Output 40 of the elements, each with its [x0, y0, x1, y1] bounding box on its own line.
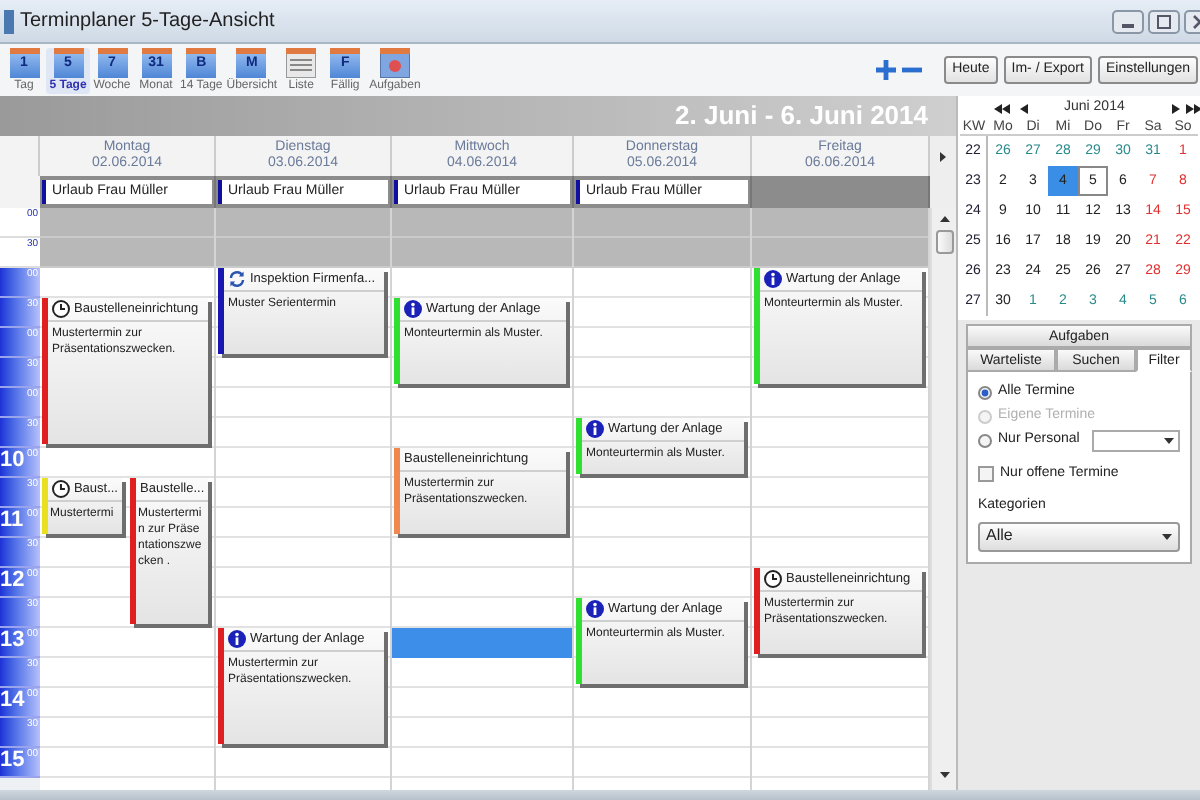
- radio-button[interactable]: [978, 385, 992, 399]
- hour-label: 15: [0, 748, 25, 772]
- all-day-cell[interactable]: [752, 176, 930, 208]
- double-right-arrow-icon[interactable]: [1186, 104, 1200, 114]
- task-icon: [379, 47, 410, 77]
- down-arrow-icon[interactable]: [939, 772, 949, 778]
- up-arrow-icon[interactable]: [939, 216, 949, 222]
- window-title: Terminplaner 5-Tage-Ansicht: [20, 8, 275, 36]
- caret-icon: [1162, 533, 1172, 539]
- scrollbar[interactable]: [930, 208, 956, 790]
- recurring-icon: [228, 270, 246, 288]
- right-arrow-icon[interactable]: [1172, 104, 1180, 114]
- maximize-icon[interactable]: [1148, 9, 1180, 33]
- hour-label: 13: [0, 628, 25, 652]
- info-icon: [404, 300, 422, 318]
- info-icon: [586, 600, 604, 618]
- right-arrow-icon[interactable]: [940, 151, 946, 161]
- checkbox[interactable]: [978, 466, 994, 482]
- info-icon: [764, 270, 782, 288]
- category-dropdown[interactable]: Alle: [978, 521, 1180, 551]
- left-arrow-icon[interactable]: [1020, 104, 1028, 114]
- scroll-thumb[interactable]: [935, 230, 953, 254]
- minimize-icon[interactable]: [1112, 9, 1144, 33]
- info-icon: [228, 630, 246, 648]
- list-icon: [286, 47, 317, 77]
- radio-button[interactable]: [978, 433, 992, 447]
- hour-label: 10: [0, 448, 25, 472]
- info-icon: [586, 420, 604, 438]
- clock-icon: [764, 570, 782, 588]
- clock-icon: [52, 300, 70, 318]
- double-left-arrow-icon[interactable]: [994, 104, 1010, 114]
- caret-icon: [1164, 437, 1174, 443]
- app-icon: [4, 9, 14, 33]
- clock-icon: [52, 480, 70, 498]
- hour-label: 12: [0, 568, 25, 592]
- hour-label: 14: [0, 688, 25, 712]
- hour-label: 11: [0, 508, 24, 532]
- personal-dropdown[interactable]: [1092, 429, 1180, 451]
- plus-icon[interactable]: [876, 60, 897, 80]
- dropdown-value: Alle: [986, 524, 1013, 548]
